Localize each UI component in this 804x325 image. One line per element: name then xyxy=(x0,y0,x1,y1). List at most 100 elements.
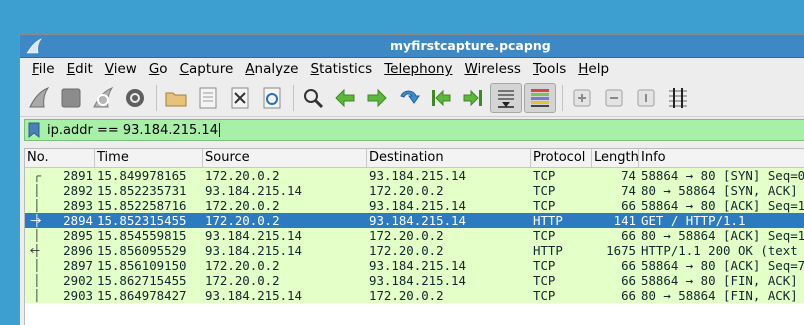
cell-destination: 172.20.0.2 xyxy=(369,183,444,198)
menu-wireless[interactable]: Wireless xyxy=(464,61,521,77)
cell-time: 15.852315455 xyxy=(97,213,187,228)
table-row[interactable]: 2895 15.854559815 93.184.215.14 172.20.0.2 T… xyxy=(25,228,804,243)
menu-file[interactable]: File xyxy=(32,61,55,77)
cell-no: 2895 xyxy=(25,228,95,243)
table-row[interactable]: 2894 15.852315455 172.20.0.2 93.184.215.14 H… xyxy=(25,213,804,228)
table-row[interactable]: 2897 15.856109150 172.20.0.2 93.184.215.14 T… xyxy=(25,258,804,273)
last-packet-button[interactable] xyxy=(458,83,488,113)
related-packet-icon xyxy=(36,175,42,183)
stop-capture-button[interactable] xyxy=(56,83,86,113)
first-packet-button[interactable] xyxy=(426,83,456,113)
zoom-in-button[interactable] xyxy=(567,83,597,113)
cell-destination: 172.20.0.2 xyxy=(369,288,444,303)
menu-label: Telephony xyxy=(384,61,453,77)
table-row[interactable]: 2893 15.852258716 172.20.0.2 93.184.215.14 T… xyxy=(25,198,804,213)
find-packet-button[interactable] xyxy=(298,83,328,113)
cell-info: 58864 → 80 [SYN] Seq=0 xyxy=(641,168,804,183)
menu-telephony[interactable]: Telephony xyxy=(384,61,452,77)
table-row[interactable]: 2903 15.864978427 93.184.215.14 172.20.0.2 T… xyxy=(25,288,804,303)
title-bar[interactable]: myfirstcapture.pcapng xyxy=(20,35,804,58)
cell-source: 93.184.215.14 xyxy=(205,243,302,258)
menu-label: iew xyxy=(113,61,137,77)
save-file-button[interactable] xyxy=(193,83,223,113)
menu-bar: File Edit View Go Capture Analyze Statistics Te… xyxy=(20,58,804,80)
menu-mnemonic: G xyxy=(148,61,160,77)
packet-number: 2893 xyxy=(63,198,93,213)
display-filter-input[interactable]: ip.addr == 93.184.215.14 xyxy=(24,119,804,141)
menu-go[interactable]: Go xyxy=(149,61,168,77)
save-file-icon xyxy=(199,87,217,109)
open-file-icon xyxy=(165,92,187,107)
display-filter-bar: ip.addr == 93.184.215.14 xyxy=(20,117,804,143)
menu-edit[interactable]: Edit xyxy=(67,61,93,77)
cell-source: 172.20.0.2 xyxy=(205,213,280,228)
colorize-button[interactable] xyxy=(524,83,556,113)
menu-tools[interactable]: Tools xyxy=(533,61,566,77)
menu-label: tatistics xyxy=(319,61,373,77)
related-packet-icon xyxy=(36,273,38,288)
table-row[interactable]: 2896 15.856095529 93.184.215.14 172.20.0.2 H… xyxy=(25,243,804,258)
cell-info: GET / HTTP/1.1 xyxy=(641,213,746,228)
bookmark-icon xyxy=(28,122,40,138)
menu-view[interactable]: View xyxy=(105,61,137,77)
restart-capture-icon xyxy=(93,86,114,108)
menu-statistics[interactable]: Statistics xyxy=(310,61,372,77)
resize-columns-icon xyxy=(669,88,687,108)
menu-mnemonic: F xyxy=(32,61,39,77)
menu-label: o xyxy=(159,61,168,77)
column-header-source[interactable]: Source xyxy=(203,149,367,167)
column-header-info[interactable]: Info xyxy=(639,149,804,167)
table-row[interactable]: 2892 15.852235731 93.184.215.14 172.20.0.2 T… xyxy=(25,183,804,198)
column-header-destination[interactable]: Destination xyxy=(367,149,531,167)
cell-length: 66 xyxy=(621,288,636,303)
cell-length: 141 xyxy=(613,213,636,228)
cell-destination: 93.184.215.14 xyxy=(369,273,466,288)
related-packet-icon xyxy=(36,258,38,273)
packet-list[interactable]: No. Time Source Destination Protocol Len… xyxy=(24,148,804,325)
normal-size-icon xyxy=(637,89,655,107)
menu-capture[interactable]: Capture xyxy=(180,61,234,77)
cell-no: 2897 xyxy=(25,258,95,273)
window-title: myfirstcapture.pcapng xyxy=(390,38,551,53)
table-row[interactable]: 2891 15.849978165 172.20.0.2 93.184.215.14 T… xyxy=(25,168,804,183)
go-back-button[interactable] xyxy=(330,83,360,113)
close-file-button[interactable] xyxy=(225,83,255,113)
packet-number: 2903 xyxy=(63,288,93,303)
related-packet-icon xyxy=(36,183,38,198)
restart-capture-button[interactable] xyxy=(88,83,118,113)
cell-info: 58864 → 80 [FIN, ACK] xyxy=(641,273,798,288)
column-header-protocol[interactable]: Protocol xyxy=(531,149,592,167)
go-forward-icon xyxy=(367,88,387,108)
menu-help[interactable]: Help xyxy=(578,61,609,77)
toolbar-separator xyxy=(156,85,157,111)
start-capture-button[interactable] xyxy=(24,83,54,113)
filter-bookmark-button[interactable] xyxy=(25,120,43,140)
capture-options-button[interactable] xyxy=(120,83,150,113)
go-to-packet-button[interactable] xyxy=(394,83,424,113)
packet-number: 2895 xyxy=(63,228,93,243)
cell-protocol: HTTP xyxy=(533,243,563,258)
cell-no: 2903 xyxy=(25,288,95,303)
cell-source: 93.184.215.14 xyxy=(205,288,302,303)
menu-analyze[interactable]: Analyze xyxy=(245,61,298,77)
go-forward-button[interactable] xyxy=(362,83,392,113)
cell-length: 74 xyxy=(621,183,636,198)
column-header-no[interactable]: No. xyxy=(25,149,95,167)
open-file-button[interactable] xyxy=(161,83,191,113)
packet-number: 2894 xyxy=(63,213,93,228)
normal-size-button[interactable] xyxy=(631,83,661,113)
go-back-icon xyxy=(335,88,355,108)
zoom-out-button[interactable] xyxy=(599,83,629,113)
cell-time: 15.852235731 xyxy=(97,183,187,198)
packet-number: 2896 xyxy=(63,243,93,258)
first-packet-icon xyxy=(432,89,451,107)
menu-label: nalyze xyxy=(254,61,299,77)
cell-length: 74 xyxy=(621,168,636,183)
column-header-time[interactable]: Time xyxy=(95,149,203,167)
autoscroll-button[interactable] xyxy=(490,83,522,113)
reload-file-button[interactable] xyxy=(257,83,287,113)
start-capture-icon xyxy=(29,86,50,108)
resize-columns-button[interactable] xyxy=(663,83,693,113)
table-row[interactable]: 2902 15.862715455 172.20.0.2 93.184.215.14 T… xyxy=(25,273,804,288)
column-header-length[interactable]: Length xyxy=(592,149,639,167)
